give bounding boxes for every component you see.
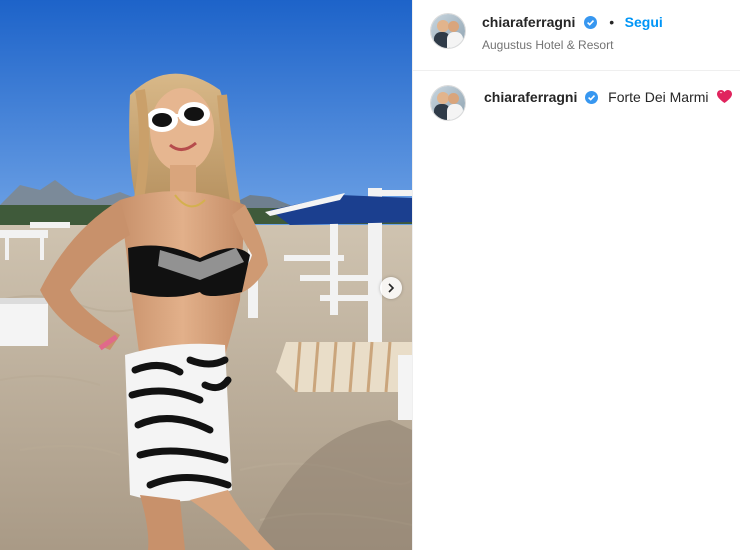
post-side-panel: chiaraferragni • Segui Augustus Hotel & … [412,0,740,550]
post-header: chiaraferragni • Segui Augustus Hotel & … [413,0,740,71]
photo-illustration [0,0,412,550]
separator-dot: • [609,14,615,30]
post-location[interactable]: Augustus Hotel & Resort [482,38,613,52]
chevron-right-icon [386,283,396,293]
location-row: Augustus Hotel & Resort [482,36,613,54]
author-username[interactable]: chiaraferragni [482,14,575,30]
next-photo-button[interactable] [380,277,402,299]
verified-badge-icon [585,91,599,104]
heart-emoji-icon [717,90,733,107]
instagram-post-view: chiaraferragni • Segui Augustus Hotel & … [0,0,740,550]
follow-button[interactable]: Segui [625,14,663,30]
post-photo[interactable] [0,0,412,550]
post-caption: chiaraferragni Forte Dei Marmi [484,89,733,107]
verified-badge-icon [583,16,597,29]
caption-username[interactable]: chiaraferragni [484,89,577,105]
caption-avatar[interactable] [431,86,465,120]
caption-text: Forte Dei Marmi [608,89,709,105]
header-title-row: chiaraferragni • Segui [482,14,663,32]
author-avatar[interactable] [431,14,465,48]
